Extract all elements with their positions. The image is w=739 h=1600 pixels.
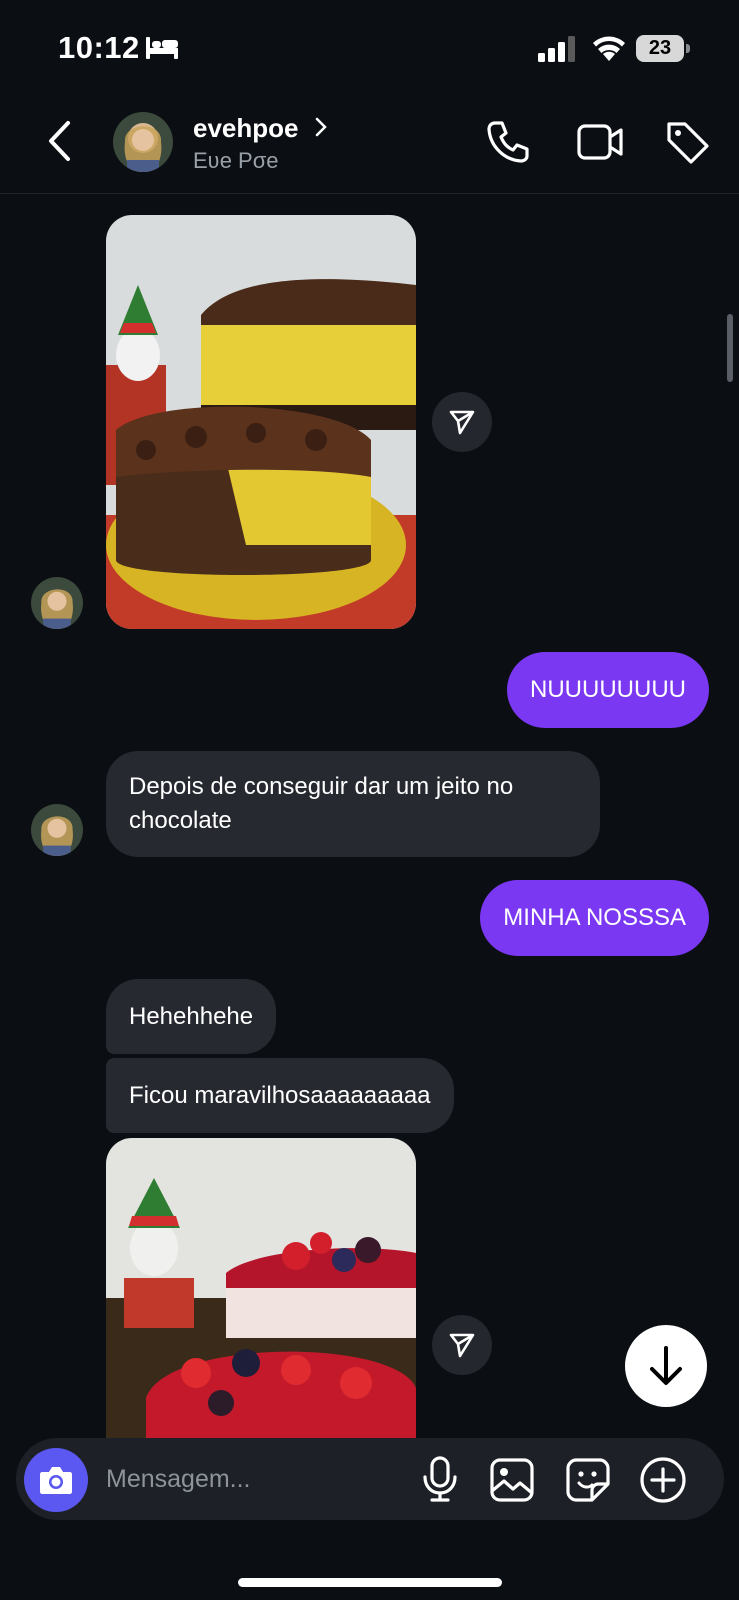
plus-icon[interactable] [639, 1456, 687, 1509]
phone-icon[interactable] [486, 120, 530, 169]
battery-nub [686, 44, 690, 53]
cake-photo-chocolate[interactable] [106, 215, 416, 629]
signal-icon [538, 36, 576, 67]
header-divider [0, 193, 739, 194]
share-icon [449, 1333, 475, 1358]
share-button[interactable] [432, 1315, 492, 1375]
battery-indicator: 23 [636, 35, 684, 62]
outgoing-message[interactable]: MINHA NOSSSA [480, 880, 709, 956]
incoming-message[interactable]: Depois de conseguir dar um jeito no choc… [106, 751, 600, 857]
share-button[interactable] [432, 392, 492, 452]
share-icon [449, 410, 475, 435]
home-indicator[interactable] [238, 1578, 502, 1587]
arrow-down-icon [650, 1346, 682, 1385]
camera-icon [40, 1467, 72, 1494]
incoming-message[interactable]: Hehehhehe [106, 979, 277, 1054]
avatar[interactable] [31, 804, 83, 856]
avatar[interactable] [31, 577, 83, 629]
camera-button[interactable] [24, 1448, 88, 1512]
wifi-icon [592, 34, 626, 67]
sticker-icon[interactable] [565, 1457, 611, 1508]
message-input[interactable] [106, 1462, 406, 1496]
scroll-to-bottom-button[interactable] [625, 1325, 707, 1407]
scrollbar[interactable] [727, 314, 733, 382]
mic-icon[interactable] [420, 1455, 460, 1508]
gallery-icon[interactable] [489, 1457, 535, 1508]
header-username[interactable]: evehpoe [193, 113, 299, 144]
outgoing-message[interactable]: NUUUUUUUU [507, 652, 709, 728]
status-time: 10:12 [58, 30, 140, 65]
back-icon[interactable] [46, 120, 72, 167]
chevron-right-icon[interactable] [314, 116, 328, 143]
header-avatar[interactable] [113, 112, 173, 172]
incoming-message[interactable]: Ficou maravilhosaaaaaaaaa [106, 1058, 454, 1133]
bed-icon [146, 37, 178, 64]
cake-photo-berries[interactable] [106, 1138, 416, 1438]
header-fullname: Eʋe Pσe [193, 148, 279, 173]
video-icon[interactable] [576, 120, 624, 169]
tag-icon[interactable] [665, 120, 711, 169]
